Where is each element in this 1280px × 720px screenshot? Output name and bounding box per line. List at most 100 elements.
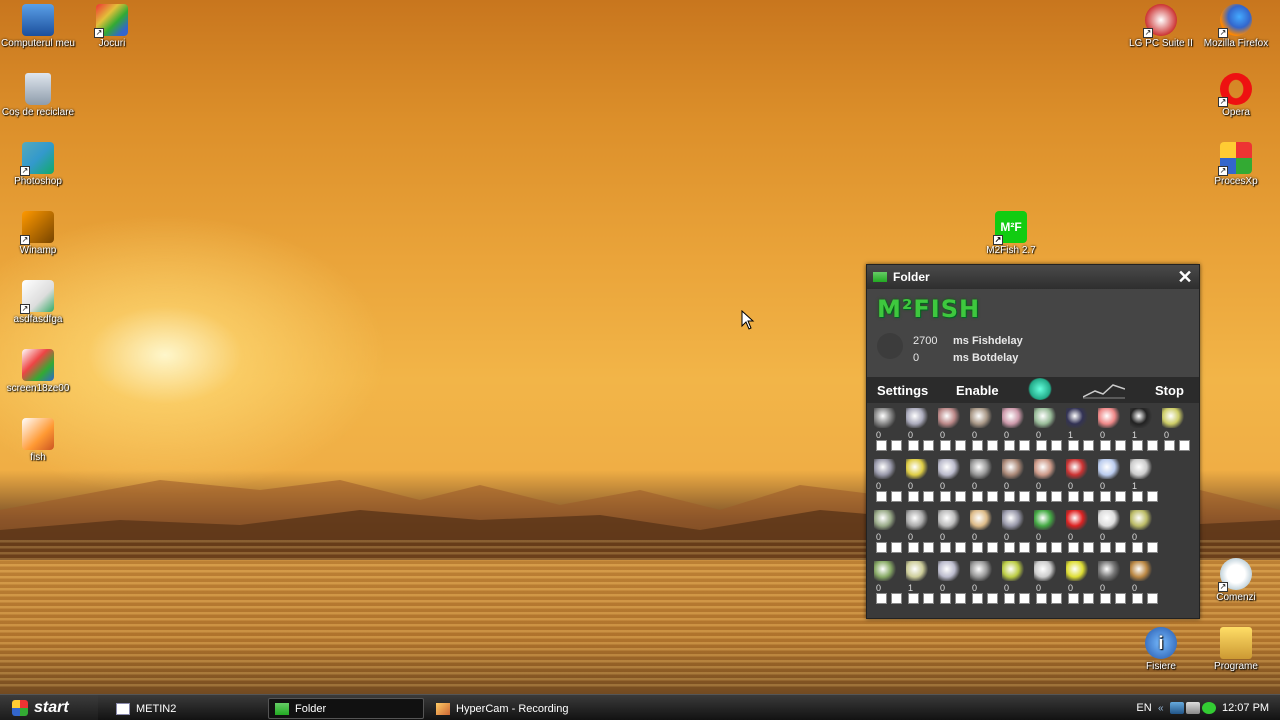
start-button[interactable]: start [0, 695, 98, 720]
keep-checkbox[interactable] [972, 593, 983, 604]
item-cell[interactable]: 0 [933, 405, 966, 456]
desktop-icon-opera[interactable]: ↗ Opera [1198, 73, 1274, 118]
keep-checkbox[interactable] [876, 491, 887, 502]
item-cell[interactable]: 0 [997, 507, 1030, 558]
item-cell[interactable]: 0 [869, 456, 902, 507]
graph-icon[interactable] [1083, 381, 1125, 399]
keep-checkbox[interactable] [972, 542, 983, 553]
keep-checkbox[interactable] [1036, 593, 1047, 604]
keep-checkbox[interactable] [1132, 542, 1143, 553]
keep-checkbox[interactable] [972, 440, 983, 451]
item-cell[interactable]: 0 [1125, 558, 1158, 609]
stop-button[interactable]: Stop [1155, 383, 1184, 398]
keep-checkbox[interactable] [1132, 440, 1143, 451]
desktop-icon-file[interactable]: ↗ asdfasdfga [0, 280, 76, 325]
keep-checkbox[interactable] [1004, 593, 1015, 604]
drop-checkbox[interactable] [1179, 440, 1190, 451]
close-button[interactable]: ✕ [1175, 267, 1195, 287]
drop-checkbox[interactable] [1147, 491, 1158, 502]
desktop-icon-photoshop[interactable]: ↗ Photoshop [0, 142, 76, 187]
enable-button[interactable]: Enable [956, 383, 999, 398]
desktop-icon-winamp[interactable]: ↗ Winamp [0, 211, 76, 256]
window-titlebar[interactable]: Folder ✕ [867, 265, 1199, 289]
keep-checkbox[interactable] [940, 593, 951, 604]
messenger-icon[interactable] [1202, 702, 1216, 714]
keep-checkbox[interactable] [1132, 491, 1143, 502]
desktop-icon-procesxp[interactable]: ↗ ProcesXp [1198, 142, 1274, 187]
fishdelay-row[interactable]: 2700 ms Fishdelay [913, 335, 1023, 347]
keep-checkbox[interactable] [876, 440, 887, 451]
keep-checkbox[interactable] [908, 440, 919, 451]
item-cell[interactable]: 0 [869, 558, 902, 609]
keep-checkbox[interactable] [1100, 542, 1111, 553]
fish-radar-icon[interactable] [1027, 378, 1053, 400]
keep-checkbox[interactable] [1036, 440, 1047, 451]
keep-checkbox[interactable] [908, 593, 919, 604]
item-cell[interactable]: 0 [1029, 456, 1062, 507]
item-cell[interactable]: 0 [1093, 507, 1126, 558]
desktop-icon-fish[interactable]: fish [0, 418, 76, 463]
item-cell[interactable]: 1 [1125, 405, 1158, 456]
drop-checkbox[interactable] [1147, 593, 1158, 604]
volume-icon[interactable] [1186, 702, 1200, 714]
item-cell[interactable]: 0 [997, 558, 1030, 609]
keep-checkbox[interactable] [1164, 440, 1175, 451]
item-cell[interactable]: 1 [901, 558, 934, 609]
item-cell[interactable]: 0 [1125, 507, 1158, 558]
taskbar-item-folder[interactable]: Folder [268, 698, 424, 719]
network-icon[interactable] [1170, 702, 1184, 714]
item-cell[interactable]: 0 [1061, 456, 1094, 507]
desktop-icon-m2fish[interactable]: M²F ↗ M2Fish 2.7 [973, 211, 1049, 256]
drop-checkbox[interactable] [1147, 542, 1158, 553]
desktop-icon-screenshot[interactable]: screen18ze00 [0, 349, 76, 394]
keep-checkbox[interactable] [972, 491, 983, 502]
keep-checkbox[interactable] [908, 491, 919, 502]
item-cell[interactable]: 0 [869, 405, 902, 456]
item-cell[interactable]: 0 [1029, 558, 1062, 609]
item-cell[interactable]: 0 [901, 405, 934, 456]
keep-checkbox[interactable] [1100, 440, 1111, 451]
clock[interactable]: 12:07 PM [1222, 702, 1269, 714]
taskbar-item-metin2[interactable]: METIN2 [110, 698, 262, 719]
keep-checkbox[interactable] [1100, 491, 1111, 502]
desktop-icon-firefox[interactable]: ↗ Mozilla Firefox [1198, 4, 1274, 49]
keep-checkbox[interactable] [1132, 593, 1143, 604]
language-indicator[interactable]: EN [1130, 702, 1158, 714]
item-cell[interactable]: 0 [965, 405, 998, 456]
keep-checkbox[interactable] [876, 593, 887, 604]
keep-checkbox[interactable] [940, 491, 951, 502]
keep-checkbox[interactable] [1068, 542, 1079, 553]
item-cell[interactable]: 0 [933, 456, 966, 507]
botdelay-value[interactable]: 0 [913, 352, 953, 364]
keep-checkbox[interactable] [1036, 542, 1047, 553]
item-cell[interactable]: 0 [1093, 405, 1126, 456]
desktop-icon-fisiere[interactable]: i Fisiere [1123, 627, 1199, 672]
desktop-icon-games[interactable]: ↗ Jocuri [74, 4, 150, 49]
keep-checkbox[interactable] [1068, 593, 1079, 604]
keep-checkbox[interactable] [1036, 491, 1047, 502]
item-cell[interactable]: 0 [965, 456, 998, 507]
item-cell[interactable]: 0 [1093, 456, 1126, 507]
fishdelay-value[interactable]: 2700 [913, 335, 953, 347]
item-cell[interactable]: 0 [1061, 507, 1094, 558]
desktop-icon-programe[interactable]: Programe [1198, 627, 1274, 672]
desktop-icon-recycle-bin[interactable]: Coș de reciclare [0, 73, 76, 118]
keep-checkbox[interactable] [1004, 440, 1015, 451]
item-cell[interactable]: 0 [997, 456, 1030, 507]
keep-checkbox[interactable] [876, 542, 887, 553]
desktop-icon-computer[interactable]: Computerul meu [0, 4, 76, 49]
item-cell[interactable]: 0 [1029, 405, 1062, 456]
item-cell[interactable]: 0 [1061, 558, 1094, 609]
item-cell[interactable]: 0 [1029, 507, 1062, 558]
item-cell[interactable]: 0 [1157, 405, 1190, 456]
item-cell[interactable]: 0 [1093, 558, 1126, 609]
keep-checkbox[interactable] [1004, 542, 1015, 553]
item-cell[interactable]: 0 [901, 456, 934, 507]
item-cell[interactable]: 0 [933, 558, 966, 609]
keep-checkbox[interactable] [1068, 491, 1079, 502]
tray-expand-icon[interactable]: « [1158, 703, 1170, 714]
desktop-icon-lg-pc-suite[interactable]: ↗ LG PC Suite II [1123, 4, 1199, 49]
desktop-icon-comenzi[interactable]: ↗ Comenzi [1198, 558, 1274, 603]
keep-checkbox[interactable] [940, 542, 951, 553]
item-cell[interactable]: 0 [901, 507, 934, 558]
